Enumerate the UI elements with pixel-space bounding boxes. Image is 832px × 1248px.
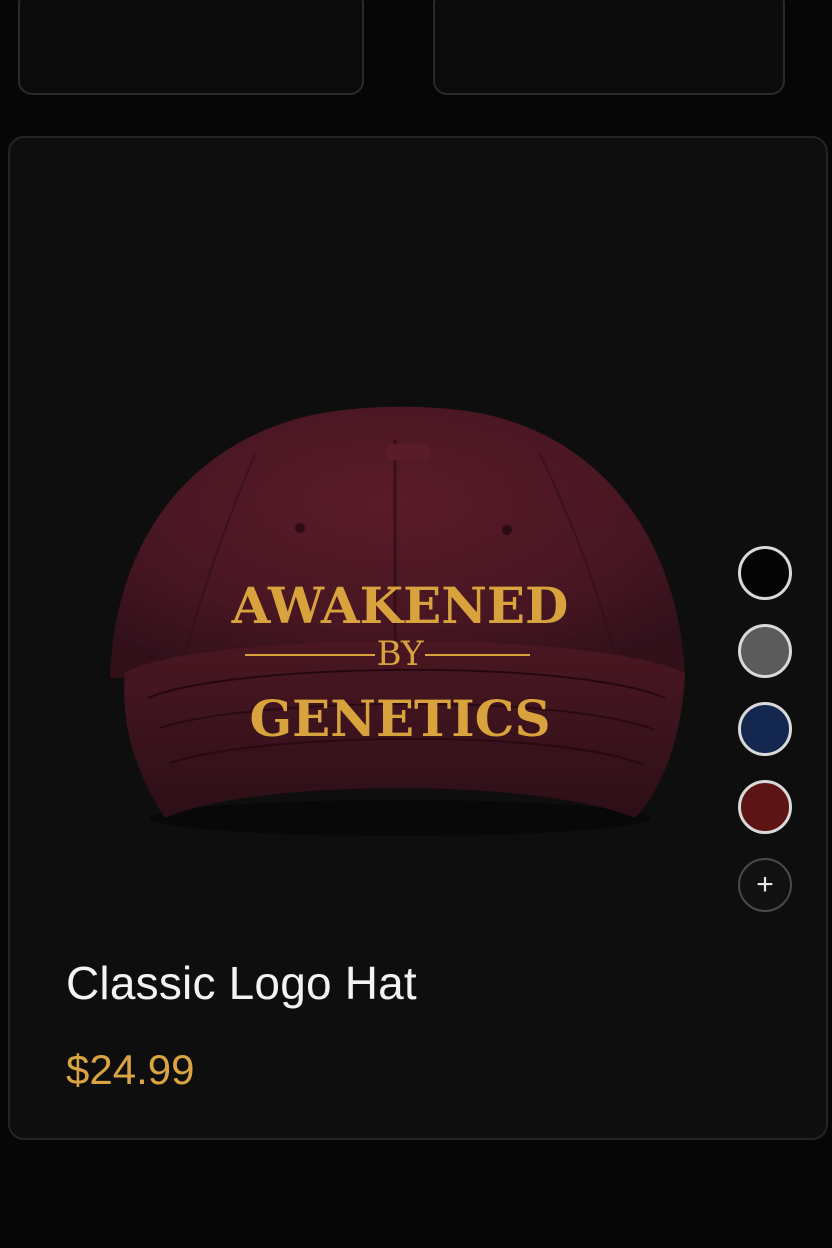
plus-icon: + <box>756 868 774 901</box>
embroidery-line-2: BY <box>377 634 424 674</box>
hat-image: AWAKENED BY GENETICS <box>110 406 685 836</box>
previous-product-card-right[interactable] <box>433 0 785 95</box>
gray-swatch[interactable] <box>738 624 792 678</box>
previous-product-card-left[interactable] <box>18 0 364 95</box>
maroon-swatch[interactable] <box>738 780 792 834</box>
product-listing-page: AWAKENED BY GENETICS + Classic Logo Hat … <box>0 0 832 1248</box>
embroidery-line-3: GENETICS <box>249 689 550 748</box>
embroidery-line-1: AWAKENED <box>231 576 569 635</box>
navy-swatch[interactable] <box>738 702 792 756</box>
product-card[interactable]: AWAKENED BY GENETICS + Classic Logo Hat … <box>8 136 828 1140</box>
add-color-button[interactable]: + <box>738 858 792 912</box>
product-price: $24.99 <box>66 1046 195 1093</box>
product-image[interactable]: AWAKENED BY GENETICS <box>70 278 730 838</box>
product-name[interactable]: Classic Logo Hat <box>66 956 417 1010</box>
color-swatch-list: + <box>738 546 802 936</box>
black-swatch[interactable] <box>738 546 792 600</box>
